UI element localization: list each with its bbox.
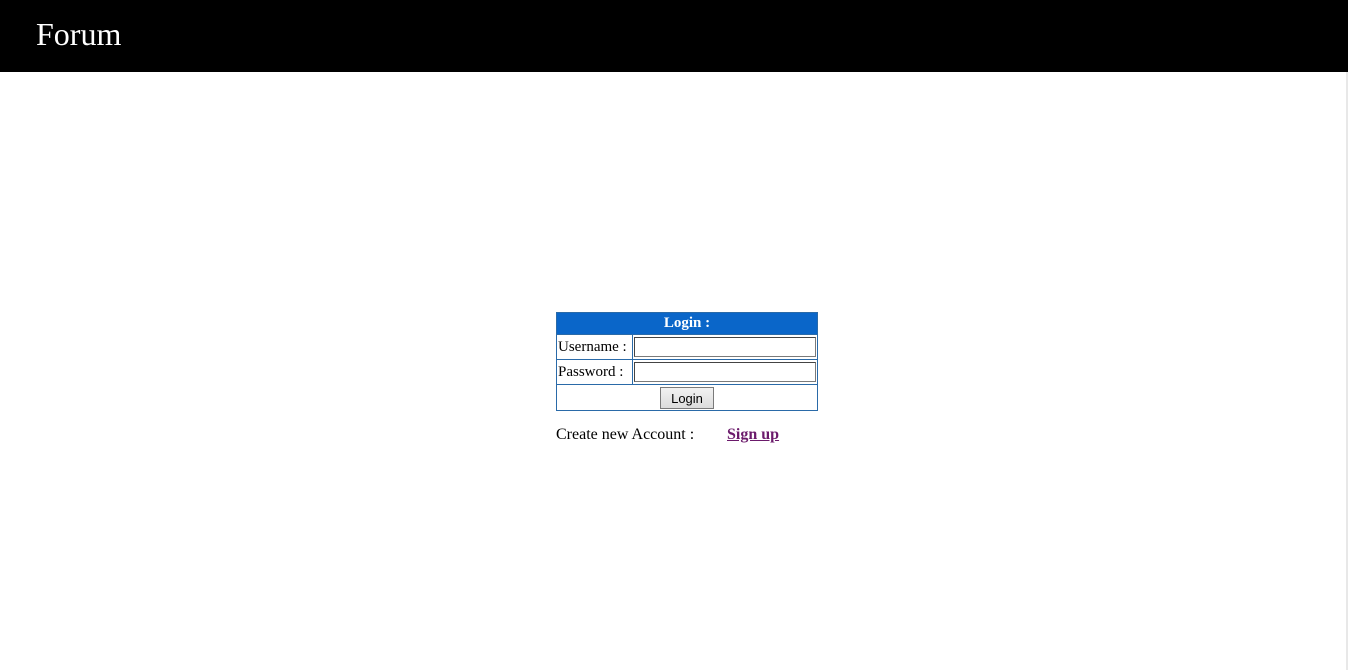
create-account-prompt: Create new Account : [556,426,695,443]
password-row: Password : [557,359,817,384]
username-label: Username : [557,335,633,359]
login-button[interactable]: Login [660,387,714,409]
site-header: Forum [0,0,1348,72]
password-input[interactable] [634,362,816,382]
site-title: Forum [36,16,122,52]
login-button-row: Login [557,384,817,410]
login-form: Login : Username : Password : Login [556,312,818,411]
username-row: Username : [557,334,817,359]
login-heading: Login : [557,313,817,334]
password-cell [633,360,817,384]
username-input[interactable] [634,337,816,357]
signup-link[interactable]: Sign up [727,426,779,444]
password-label: Password : [557,360,633,384]
username-cell [633,335,817,359]
